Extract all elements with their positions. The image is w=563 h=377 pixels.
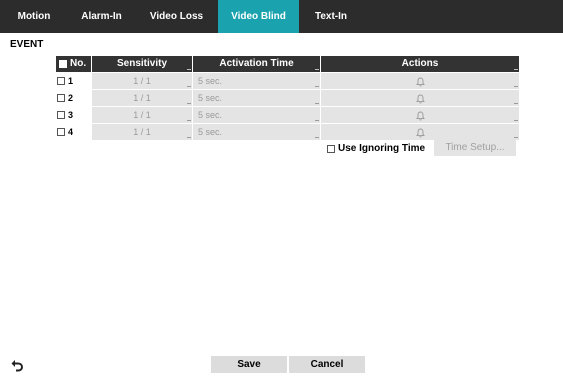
tab-motion[interactable]: Motion: [0, 0, 68, 33]
sensitivity-value: 1 / 1: [133, 93, 151, 103]
header-activation-label: Activation Time: [219, 58, 294, 69]
header-sensitivity-label: Sensitivity: [116, 58, 168, 69]
activation-time-value: 5 sec.: [198, 93, 223, 103]
tab-alarm-in[interactable]: Alarm-In: [68, 0, 135, 33]
corner-marker: [514, 86, 518, 87]
activation-time-cell[interactable]: 5 sec.: [193, 124, 320, 140]
header-sensitivity[interactable]: Sensitivity: [92, 56, 192, 72]
sensitivity-cell[interactable]: 1 / 1: [92, 124, 192, 140]
corner-marker: [187, 137, 191, 138]
header-no[interactable]: No.: [56, 56, 91, 72]
table-row: 1 1 / 1 5 sec.: [56, 73, 519, 89]
sensitivity-value: 1 / 1: [133, 110, 151, 120]
row-checkbox[interactable]: [57, 77, 65, 85]
tab-video-loss[interactable]: Video Loss: [135, 0, 218, 33]
row-no-cell[interactable]: 3: [56, 107, 91, 123]
use-ignoring-time-checkbox[interactable]: [327, 144, 335, 153]
corner-marker: [315, 137, 319, 138]
actions-cell[interactable]: [321, 107, 519, 123]
use-ignoring-time-option[interactable]: Use Ignoring Time: [327, 143, 425, 154]
sensitivity-cell[interactable]: 1 / 1: [92, 107, 192, 123]
activation-time-cell[interactable]: 5 sec.: [193, 73, 320, 89]
header-actions[interactable]: Actions: [321, 56, 519, 72]
sensitivity-value: 1 / 1: [133, 127, 151, 137]
row-no-cell[interactable]: 4: [56, 124, 91, 140]
header-no-label: No.: [70, 58, 87, 69]
corner-marker: [315, 69, 319, 70]
event-table: No. Sensitivity Activation Time Actions …: [56, 56, 519, 141]
row-number: 1: [68, 76, 74, 86]
bell-icon: [415, 128, 425, 138]
table-header: No. Sensitivity Activation Time Actions: [56, 56, 519, 72]
actions-cell[interactable]: [321, 124, 519, 140]
actions-cell[interactable]: [321, 90, 519, 106]
corner-marker: [315, 120, 319, 121]
header-actions-label: Actions: [401, 58, 439, 69]
table-row: 2 1 / 1 5 sec.: [56, 90, 519, 106]
back-arrow-icon[interactable]: [10, 358, 24, 372]
corner-marker: [315, 86, 319, 87]
row-number: 3: [68, 110, 74, 120]
tab-bar: Motion Alarm-In Video Loss Video Blind T…: [0, 0, 563, 33]
table-row: 3 1 / 1 5 sec.: [56, 107, 519, 123]
sensitivity-cell[interactable]: 1 / 1: [92, 73, 192, 89]
corner-marker: [187, 69, 191, 70]
activation-time-cell[interactable]: 5 sec.: [193, 107, 320, 123]
sensitivity-value: 1 / 1: [133, 76, 151, 86]
bell-icon: [415, 77, 425, 87]
activation-time-value: 5 sec.: [198, 76, 223, 86]
row-no-cell[interactable]: 1: [56, 73, 91, 89]
row-number: 2: [68, 93, 74, 103]
bell-icon: [415, 111, 425, 121]
use-ignoring-time-label: Use Ignoring Time: [338, 143, 426, 154]
activation-time-value: 5 sec.: [198, 127, 223, 137]
corner-marker: [514, 137, 518, 138]
cancel-button[interactable]: Cancel: [289, 356, 365, 373]
row-checkbox[interactable]: [57, 94, 65, 102]
row-checkbox[interactable]: [57, 111, 65, 119]
corner-marker: [187, 86, 191, 87]
corner-marker: [315, 103, 319, 104]
section-title: EVENT: [10, 39, 44, 50]
corner-marker: [514, 69, 518, 70]
activation-time-cell[interactable]: 5 sec.: [193, 90, 320, 106]
select-all-checkbox[interactable]: [59, 60, 67, 68]
row-number: 4: [68, 127, 74, 137]
actions-cell[interactable]: [321, 73, 519, 89]
save-button[interactable]: Save: [211, 356, 287, 373]
corner-marker: [187, 120, 191, 121]
tab-text-in[interactable]: Text-In: [299, 0, 363, 33]
corner-marker: [187, 103, 191, 104]
bell-icon: [415, 94, 425, 104]
tab-video-blind[interactable]: Video Blind: [218, 0, 299, 33]
time-setup-button[interactable]: Time Setup...: [434, 140, 516, 156]
header-activation-time[interactable]: Activation Time: [193, 56, 320, 72]
activation-time-value: 5 sec.: [198, 110, 223, 120]
corner-marker: [514, 120, 518, 121]
row-checkbox[interactable]: [57, 128, 65, 136]
corner-marker: [514, 103, 518, 104]
sensitivity-cell[interactable]: 1 / 1: [92, 90, 192, 106]
table-row: 4 1 / 1 5 sec.: [56, 124, 519, 140]
row-no-cell[interactable]: 2: [56, 90, 91, 106]
